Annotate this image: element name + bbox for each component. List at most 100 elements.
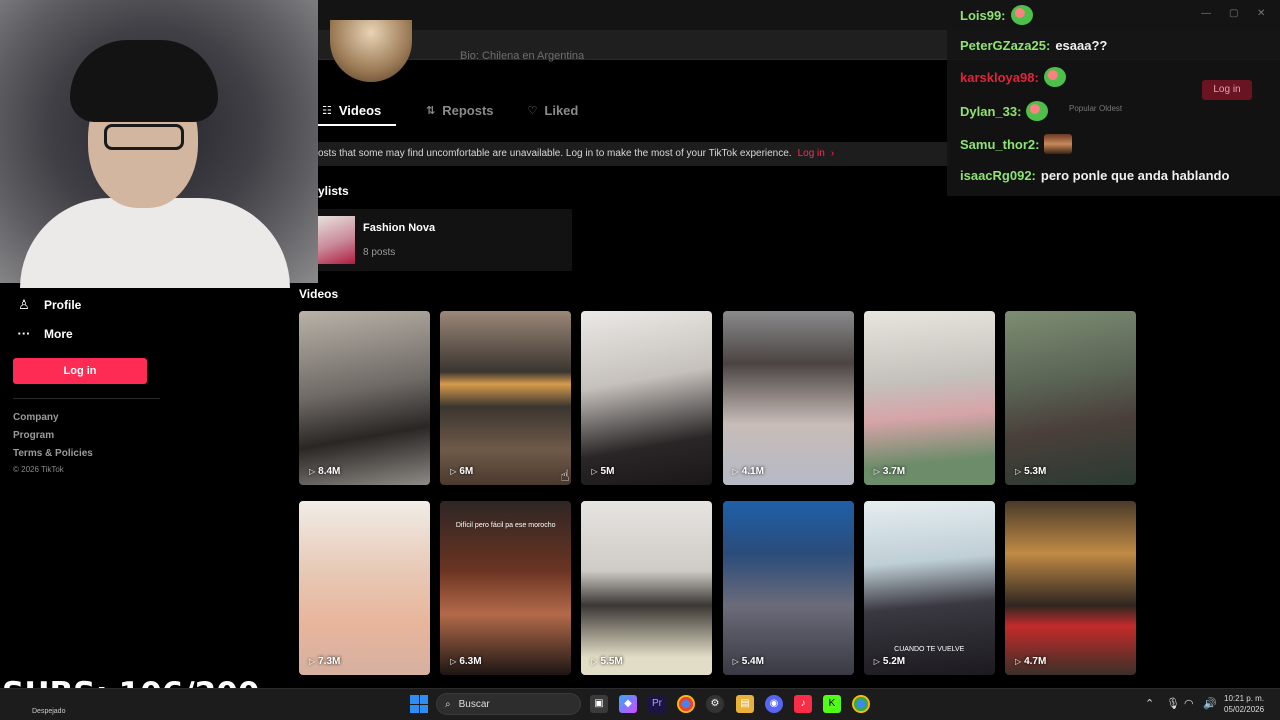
taskbar-search[interactable]: ⌕ Buscar (436, 693, 581, 715)
task-view-icon[interactable]: ▣ (590, 695, 608, 713)
video-thumbnail[interactable]: ▷ 5M (581, 311, 713, 485)
windows-start-icon[interactable] (410, 695, 428, 713)
sidebar-divider (13, 398, 160, 399)
chat-text: pero ponle que anda hablando (1040, 168, 1230, 183)
play-icon: ▷ (450, 657, 457, 666)
copilot-icon[interactable]: ◆ (619, 695, 637, 713)
footer-link-terms[interactable]: Terms & Policies (13, 448, 93, 459)
more-dots-icon: ··· (17, 326, 31, 341)
microphone-icon[interactable]: 🎙 (1166, 697, 1180, 710)
wifi-icon[interactable]: ◠ (1184, 697, 1194, 710)
search-placeholder: Buscar (458, 698, 490, 710)
video-thumbnail[interactable]: ▷ 8.4M (299, 311, 430, 485)
discord-icon[interactable]: ◉ (765, 695, 783, 713)
volume-icon[interactable]: 🔊 (1203, 697, 1217, 710)
header-login-button[interactable]: Log in (1202, 80, 1252, 100)
video-thumbnail[interactable]: ▷ 7.3M (299, 501, 430, 675)
music-icon[interactable]: ♪ (794, 695, 812, 713)
video-thumbnail[interactable]: ▷ 4.7M (1004, 501, 1136, 675)
view-count: ▷ 3.7M (874, 466, 905, 477)
playlists-heading: ylists (318, 184, 349, 198)
video-thumbnail[interactable]: ▷ 5.3M (1004, 311, 1136, 485)
footer-link-program[interactable]: Program (13, 430, 54, 441)
playlist-card[interactable]: Fashion Nova 8 posts (318, 209, 572, 271)
chat-text: esaaa?? (1055, 38, 1108, 53)
sidebar-item-more[interactable]: ··· More (17, 326, 73, 341)
playlist-count: 8 posts (363, 247, 396, 258)
tab-label: Reposts (442, 103, 494, 118)
tab-label: Videos (338, 103, 382, 118)
login-button[interactable]: Log in (13, 358, 147, 384)
tab-videos[interactable]: ☷ Videos (318, 98, 396, 126)
video-thumbnail[interactable]: ▷ 4.1M (722, 311, 854, 485)
play-icon: ▷ (873, 657, 880, 666)
weather-widget[interactable]: Despejado (32, 708, 65, 715)
video-thumbnail[interactable]: ▷ 5.4M (722, 501, 854, 675)
maximize-icon[interactable]: ▢ (1229, 8, 1238, 19)
view-count-value: 5.5M (600, 656, 623, 667)
chrome-profile-icon[interactable] (852, 695, 870, 713)
video-thumbnail[interactable]: ▷ 5.5M (581, 501, 713, 675)
notice-login-link[interactable]: Log in (798, 148, 825, 159)
chat-username: karskloya98: (960, 69, 1039, 85)
emote-icon (1043, 67, 1066, 87)
chrome-icon[interactable] (677, 695, 695, 713)
view-count: ▷ 5.3M (1015, 466, 1046, 477)
tab-liked[interactable]: ♡ Liked (524, 98, 583, 126)
tray-chevron-icon[interactable]: ⌃ (1145, 697, 1154, 710)
emote-icon (1010, 5, 1033, 25)
play-icon: ▷ (1014, 657, 1022, 666)
play-icon: ▷ (450, 467, 457, 476)
grid-icon: ☷ (322, 105, 332, 117)
profile-avatar (330, 20, 412, 82)
video-grid: ▷ 8.4M ▷ 6M ▷ 5M ▷ 4.1M ▷ 3.7M ▷ 5.3M ▷ 7.3M Di… (299, 311, 1139, 675)
chat-username: isaacRg092: (960, 168, 1036, 183)
settings-icon[interactable]: ⚙ (706, 695, 724, 713)
sort-popular[interactable]: Popular (1069, 104, 1097, 113)
videos-heading: Videos (299, 287, 339, 301)
clock-time: 10:21 p. m. (1224, 694, 1265, 703)
chat-message: Samu_thor2: (960, 134, 1073, 154)
play-icon: ▷ (309, 467, 316, 476)
video-caption: Difícil pero fácil pa ese morocho (455, 522, 556, 529)
view-count-value: 3.7M (882, 466, 906, 477)
footer-link-company[interactable]: Company (13, 412, 59, 423)
close-icon[interactable]: ✕ (1257, 8, 1265, 19)
video-thumbnail[interactable]: ▷ 3.7M (863, 311, 995, 485)
premiere-icon[interactable]: Pr (648, 695, 666, 713)
sidebar-item-profile[interactable]: ♙ Profile (17, 297, 81, 313)
webcam-overlay (0, 0, 318, 288)
notice-text: osts that some may find uncomfortable ar… (318, 148, 792, 159)
video-thumbnail[interactable]: ▷ 6M (440, 311, 572, 485)
video-caption: CUANDO TE VUELVE (894, 646, 965, 653)
chat-username: Dylan_33: (960, 103, 1022, 119)
person-icon: ♙ (18, 297, 30, 312)
chat-message: isaacRg092: pero ponle que anda hablando (960, 168, 1229, 183)
emote-icon (1044, 134, 1073, 154)
taskbar-clock[interactable]: 10:21 p. m. 05/02/2026 (1224, 693, 1264, 715)
chat-username: Lois99: (960, 7, 1006, 23)
sidebar-item-label: More (44, 326, 73, 341)
kick-icon[interactable]: K (823, 695, 841, 713)
play-icon: ▷ (1014, 467, 1022, 476)
play-icon: ▷ (732, 657, 739, 666)
copyright: © 2026 TikTok (13, 465, 64, 474)
chat-message: karskloya98: (960, 67, 1066, 87)
view-count-value: 5M (600, 466, 615, 477)
file-explorer-icon[interactable]: ▤ (736, 695, 754, 713)
play-icon: ▷ (591, 657, 598, 666)
video-thumbnail[interactable]: CUANDO TE VUELVE ▷ 5.2M (863, 501, 995, 675)
minimize-icon[interactable]: — (1201, 8, 1211, 19)
video-thumbnail[interactable]: Difícil pero fácil pa ese morocho ▷ 6.3M (440, 501, 572, 675)
tab-reposts[interactable]: ⇅ Reposts (422, 98, 498, 126)
view-count: ▷ 6.3M (450, 656, 481, 667)
view-count-value: 6M (459, 466, 474, 477)
play-icon: ▷ (732, 467, 739, 476)
play-icon: ▷ (591, 467, 598, 476)
sidebar-item-label: Profile (44, 298, 82, 312)
chat-username: Samu_thor2: (960, 136, 1040, 152)
sort-oldest[interactable]: Oldest (1099, 104, 1122, 113)
tab-label: Liked (544, 103, 579, 118)
chevron-right-icon: › (830, 148, 835, 159)
chat-message: Lois99: (960, 5, 1033, 25)
